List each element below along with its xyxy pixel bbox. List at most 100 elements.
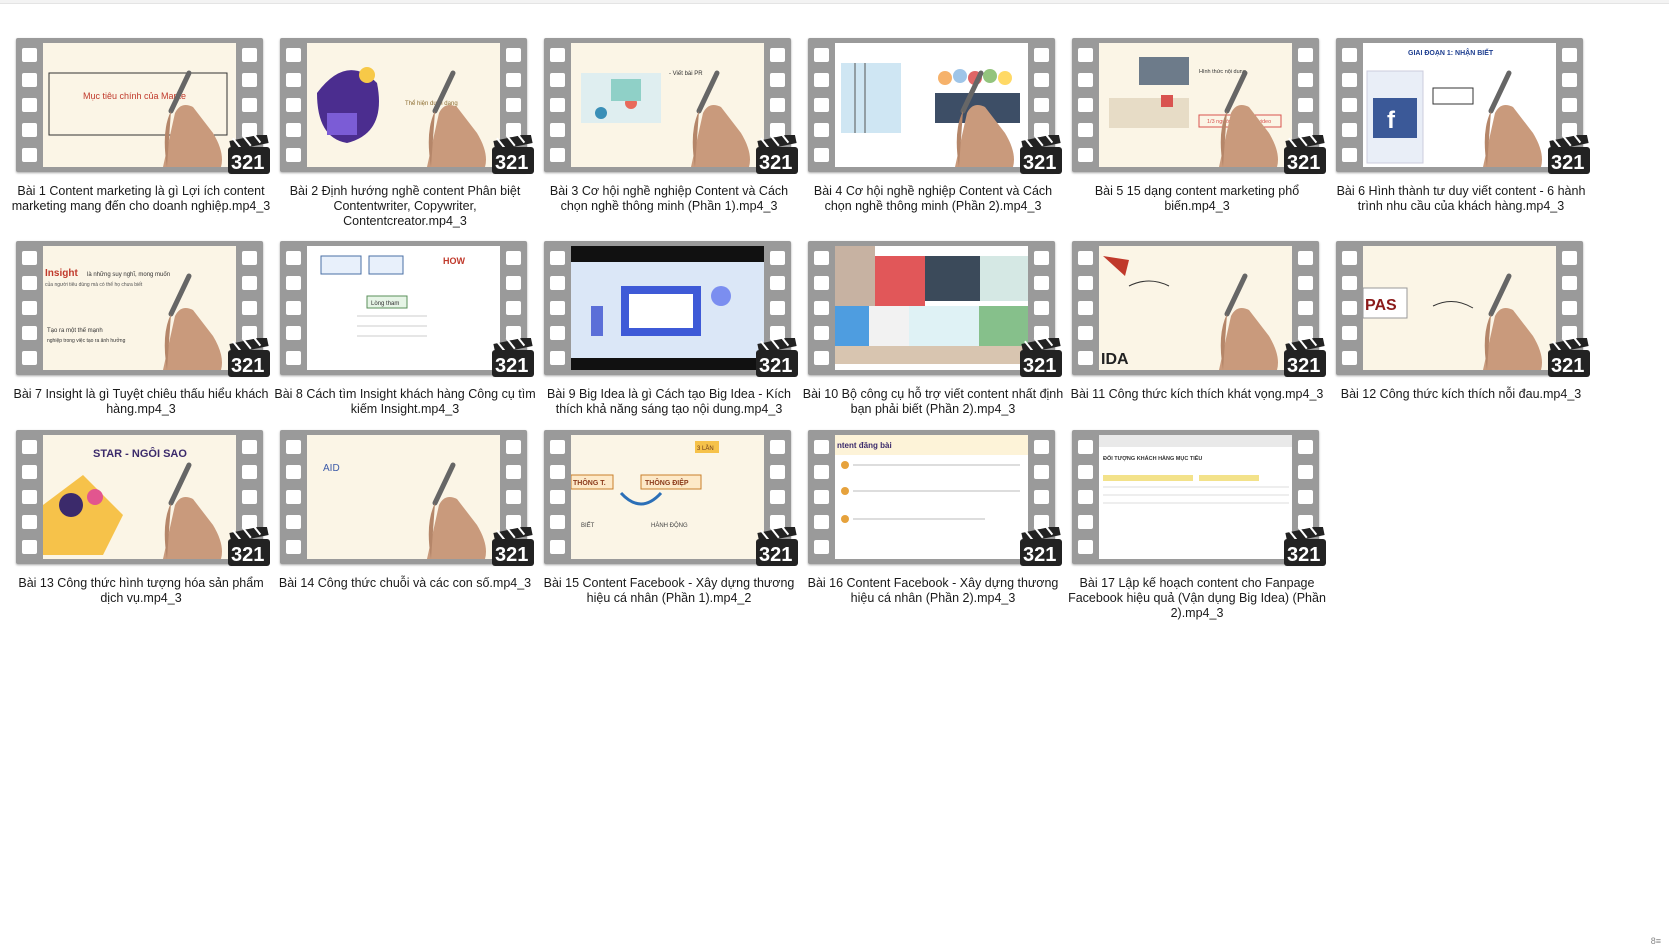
video-thumbnail[interactable]: GIAI ĐOẠN 1: NHẬN BIẾT f 321 (1336, 38, 1590, 174)
film-hole (550, 123, 565, 138)
svg-text:f: f (1387, 107, 1396, 134)
badge-text: 321 (1023, 152, 1056, 174)
film-strip-left (1339, 42, 1360, 168)
video-thumbnail[interactable]: ĐỐI TƯỢNG KHÁCH HÀNG MỤC TIÊU 321 (1072, 430, 1326, 566)
film-hole (1342, 300, 1357, 315)
view-toggle-icon[interactable]: 8≡ (1651, 936, 1661, 946)
film-strip-left (811, 42, 832, 168)
film-hole (1342, 351, 1357, 366)
film-hole (286, 540, 301, 555)
video-thumbnail[interactable]: IDA 321 (1072, 241, 1326, 377)
film-hole (22, 123, 37, 138)
film-hole (506, 275, 521, 290)
video-thumbnail[interactable]: HOW Lòng tham 321 (280, 241, 534, 377)
film-strip-left (547, 42, 568, 168)
video-thumbnail[interactable]: Thể hiện dưới dạng 321 (280, 38, 534, 174)
video-thumbnail[interactable]: Hình thức nội dung1/3 người dùng xem vid… (1072, 38, 1326, 174)
film-hole (22, 275, 37, 290)
file-name[interactable]: Bài 16 Content Facebook - Xây dựng thươn… (802, 576, 1064, 606)
film-hole (814, 300, 829, 315)
svg-text:ĐỐI TƯỢNG KHÁCH HÀNG MỤC TIÊU: ĐỐI TƯỢNG KHÁCH HÀNG MỤC TIÊU (1103, 454, 1202, 462)
badge-text: 321 (495, 152, 528, 174)
media-player-321-icon: 321 (1282, 334, 1328, 379)
film-hole (286, 97, 301, 112)
video-thumbnail[interactable]: AID 321 (280, 430, 534, 566)
film-hole (286, 439, 301, 454)
svg-text:THÔNG T.: THÔNG T. (573, 478, 606, 487)
film-strip-left (811, 434, 832, 560)
film-hole (242, 72, 257, 87)
film-hole (550, 148, 565, 163)
film-hole (1562, 72, 1577, 87)
video-thumbnail[interactable]: THÔNG T. THÔNG ĐIỆP 3 LẦN BIẾT HÀNH ĐỘNG 321 (544, 430, 798, 566)
film-hole (1078, 439, 1093, 454)
media-player-321-icon: 321 (1546, 334, 1592, 379)
video-thumbnail[interactable]: - Viết bài PR 321 (544, 38, 798, 174)
film-hole (22, 300, 37, 315)
film-hole (770, 72, 785, 87)
file-name[interactable]: Bài 10 Bộ công cụ hỗ trợ viết content nh… (802, 387, 1064, 417)
thumbnail-frame: Hình thức nội dung1/3 người dùng xem vid… (1099, 43, 1292, 167)
film-hole (286, 275, 301, 290)
badge-text: 321 (231, 544, 264, 566)
film-hole (1034, 47, 1049, 62)
film-hole (22, 515, 37, 530)
file-name[interactable]: Bài 2 Định hướng nghề content Phân biệt … (274, 184, 536, 229)
film-hole (22, 97, 37, 112)
file-name[interactable]: Bài 4 Cơ hội nghề nghiệp Content và Cách… (802, 184, 1064, 214)
svg-text:STAR - NGÔI SAO: STAR - NGÔI SAO (93, 447, 187, 460)
film-hole (1034, 300, 1049, 315)
video-thumbnail[interactable]: 321 (808, 38, 1062, 174)
file-name[interactable]: Bài 15 Content Facebook - Xây dựng thươn… (538, 576, 800, 606)
film-hole (506, 47, 521, 62)
file-name[interactable]: Bài 5 15 dạng content marketing phổ biến… (1066, 184, 1328, 214)
video-thumbnail[interactable]: Mục tiêu chính của Marke 321 (16, 38, 270, 174)
file-name[interactable]: Bài 9 Big Idea là gì Cách tạo Big Idea -… (538, 387, 800, 417)
file-name[interactable]: Bài 8 Cách tìm Insight khách hàng Công c… (274, 387, 536, 417)
film-hole (1298, 464, 1313, 479)
file-name[interactable]: Bài 12 Công thức kích thích nỗi đau.mp4_… (1330, 387, 1592, 402)
file-explorer-view: Mục tiêu chính của Marke 321 Bài 1 Content… (0, 0, 1669, 950)
svg-text:IDA: IDA (1101, 351, 1129, 368)
film-hole (814, 47, 829, 62)
film-hole (770, 275, 785, 290)
file-name[interactable]: Bài 14 Công thức chuỗi và các con số.mp4… (274, 576, 536, 591)
film-hole (1298, 47, 1313, 62)
badge-text: 321 (231, 152, 264, 174)
film-hole (22, 464, 37, 479)
video-thumbnail[interactable]: Insight là những suy nghĩ, mong muốn của n… (16, 241, 270, 377)
svg-text:- Viết bài PR: - Viết bài PR (669, 71, 703, 77)
thumbnail-frame: GIAI ĐOẠN 1: NHẬN BIẾT f (1363, 43, 1556, 167)
video-thumbnail[interactable]: STAR - NGÔI SAO 321 (16, 430, 270, 566)
file-name[interactable]: Bài 13 Công thức hình tượng hóa sản phẩm… (10, 576, 272, 606)
film-hole (1342, 275, 1357, 290)
film-hole (550, 464, 565, 479)
film-hole (550, 72, 565, 87)
video-thumbnail[interactable]: ntent đăng bài 321 (808, 430, 1062, 566)
film-hole (550, 540, 565, 555)
svg-text:của người tiêu dùng mà có thể: của người tiêu dùng mà có thể họ chưa bi… (45, 281, 143, 288)
film-hole (506, 97, 521, 112)
film-hole (22, 148, 37, 163)
film-strip-left (19, 42, 40, 168)
file-name[interactable]: Bài 3 Cơ hội nghề nghiệp Content và Cách… (538, 184, 800, 214)
file-name[interactable]: Bài 11 Công thức kích thích khát vọng.mp… (1066, 387, 1328, 402)
film-hole (1342, 72, 1357, 87)
film-hole (550, 300, 565, 315)
film-hole (1298, 97, 1313, 112)
film-hole (770, 439, 785, 454)
film-hole (22, 351, 37, 366)
media-player-321-icon: 321 (754, 523, 800, 568)
video-thumbnail[interactable]: 321 (544, 241, 798, 377)
file-name[interactable]: Bài 7 Insight là gì Tuyệt chiêu thấu hiể… (10, 387, 272, 417)
film-hole (1298, 300, 1313, 315)
file-name[interactable]: Bài 1 Content marketing là gì Lợi ích co… (10, 184, 272, 214)
video-thumbnail[interactable]: PAS 321 (1336, 241, 1590, 377)
thumbnail-frame: THÔNG T. THÔNG ĐIỆP 3 LẦN BIẾT HÀNH ĐỘNG (571, 435, 764, 559)
film-strip-left (19, 245, 40, 371)
file-name[interactable]: Bài 6 Hình thành tư duy viết content - 6… (1330, 184, 1592, 214)
file-name[interactable]: Bài 17 Lập kế hoạch content cho Fanpage … (1066, 576, 1328, 621)
film-hole (22, 250, 37, 265)
video-thumbnail[interactable]: 321 (808, 241, 1062, 377)
thumbnail-frame: Mục tiêu chính của Marke (43, 43, 236, 167)
